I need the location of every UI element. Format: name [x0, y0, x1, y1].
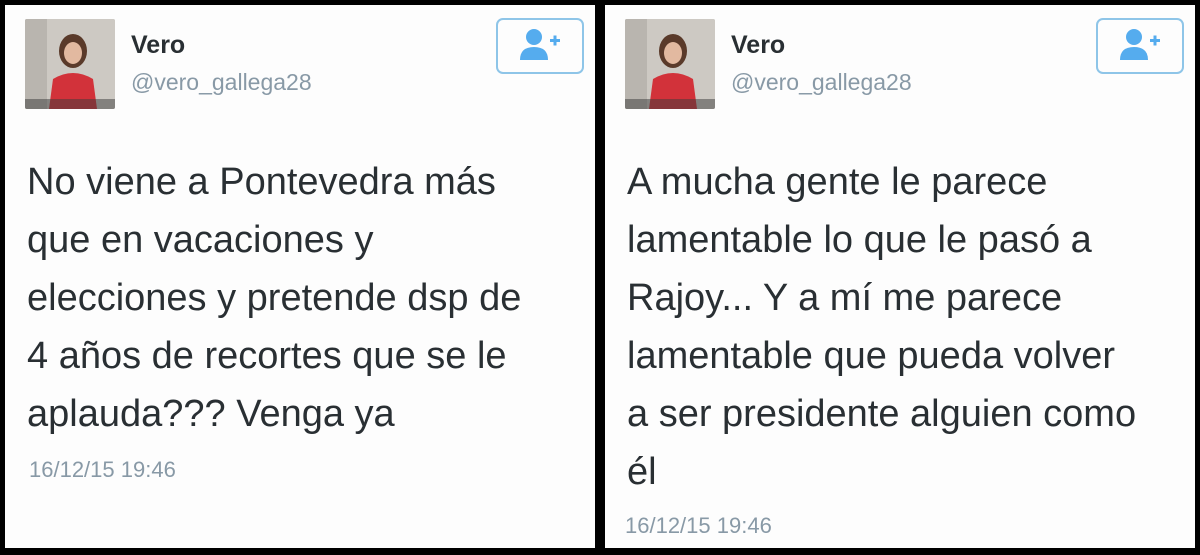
tweet-text: A mucha gente le parece lamentable lo qu… [627, 161, 1137, 493]
display-name[interactable]: Vero [131, 31, 185, 60]
tweet-card[interactable]: Vero @vero_gallega28 A mucha gente le pa… [605, 5, 1195, 548]
avatar[interactable] [25, 19, 115, 109]
tweet-text: No viene a Pontevedra más que en vacacio… [27, 161, 522, 435]
tweet-timestamp[interactable]: 16/12/15 19:46 [625, 513, 772, 539]
follow-button[interactable] [496, 18, 584, 74]
display-name[interactable]: Vero [731, 31, 785, 60]
tweet-card[interactable]: Vero @vero_gallega28 No viene a Ponteved… [5, 5, 595, 548]
avatar[interactable] [625, 19, 715, 109]
follow-button[interactable] [1096, 18, 1184, 74]
tweet-timestamp[interactable]: 16/12/15 19:46 [29, 457, 176, 483]
add-user-icon [518, 27, 562, 66]
add-user-icon [1118, 27, 1162, 66]
user-handle[interactable]: @vero_gallega28 [131, 69, 312, 96]
user-handle[interactable]: @vero_gallega28 [731, 69, 912, 96]
